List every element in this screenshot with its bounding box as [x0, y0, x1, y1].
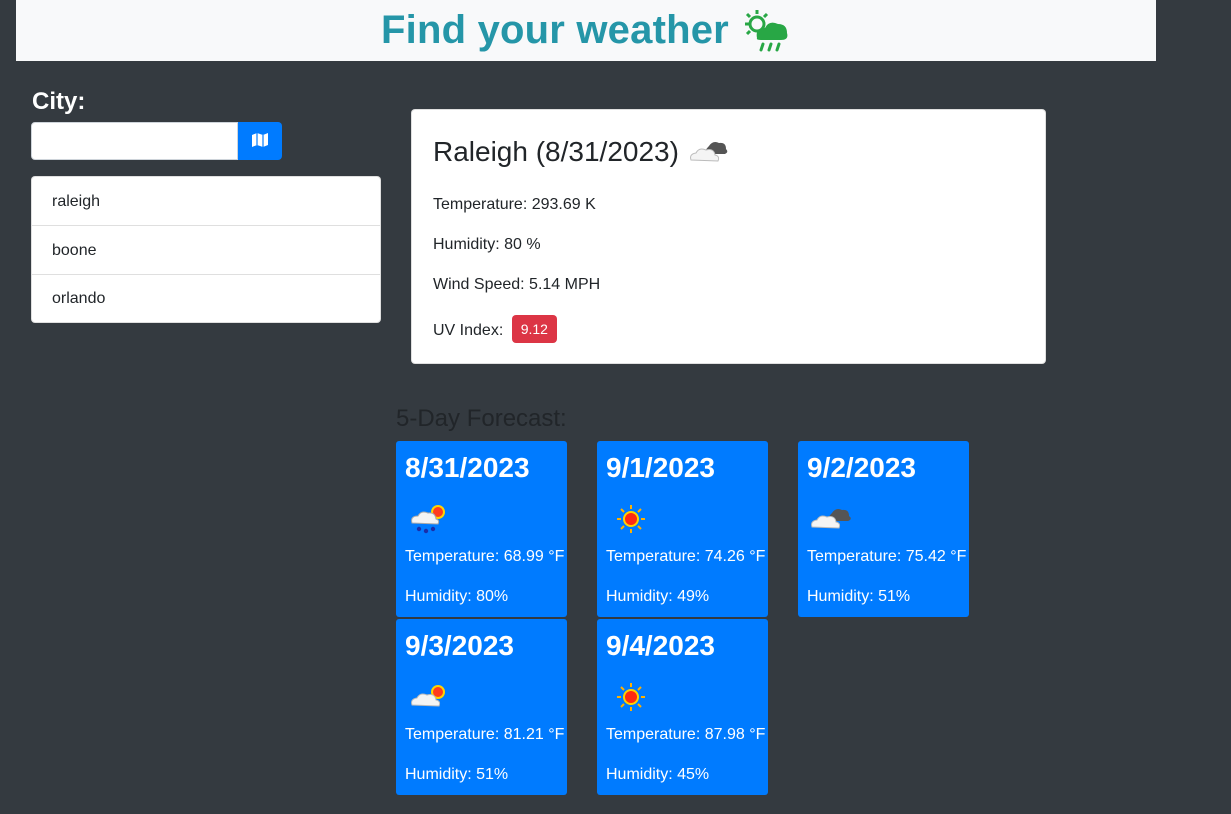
- cloud-icon: [810, 501, 854, 535]
- uv-index-label: UV Index:: [433, 322, 504, 339]
- current-weather-card: Raleigh (8/31/2023) Temperature: 293.69 …: [411, 109, 1046, 364]
- forecast-heading: 5-Day Forecast:: [396, 405, 567, 432]
- forecast-temperature: Temperature: 68.99 °F: [405, 548, 565, 565]
- uv-index-badge: 9.12: [511, 315, 557, 343]
- forecast-temperature: Temperature: 81.21 °F: [405, 726, 565, 743]
- forecast-card: 9/1/2023 Temperature: 74.26 °F Humidity:…: [597, 441, 768, 617]
- search-history-list: raleigh boone orlando: [31, 176, 381, 323]
- current-city-date: Raleigh (8/31/2023): [433, 136, 679, 167]
- forecast-date: 8/31/2023: [405, 452, 530, 483]
- map-icon: [251, 132, 269, 151]
- forecast-temperature: Temperature: 87.98 °F: [606, 726, 766, 743]
- rain-sun-icon: [408, 501, 452, 535]
- forecast-humidity: Humidity: 45%: [606, 766, 710, 783]
- forecast-temperature: Temperature: 74.26 °F: [606, 548, 766, 565]
- app-header: Find your weather: [16, 0, 1156, 61]
- forecast-card: 8/31/2023 Temperature: 68.99 °F Humidity…: [396, 441, 567, 617]
- sun-cloud-rain-icon: [741, 8, 791, 54]
- city-label: City:: [32, 88, 86, 115]
- forecast-date: 9/3/2023: [405, 630, 514, 661]
- cloud-icon: [687, 138, 729, 166]
- history-item-raleigh[interactable]: raleigh: [32, 177, 380, 226]
- current-wind-speed: Wind Speed: 5.14 MPH: [433, 276, 601, 293]
- current-humidity: Humidity: 80 %: [433, 236, 541, 253]
- current-temperature: Temperature: 293.69 K: [433, 196, 596, 213]
- forecast-humidity: Humidity: 49%: [606, 588, 710, 605]
- forecast-humidity: Humidity: 51%: [807, 588, 911, 605]
- current-weather-title: Raleigh (8/31/2023): [433, 136, 729, 168]
- history-item-orlando[interactable]: orlando: [32, 275, 380, 322]
- sun-icon: [609, 501, 653, 535]
- forecast-date: 9/4/2023: [606, 630, 715, 661]
- city-search-input[interactable]: [31, 122, 238, 160]
- forecast-date: 9/2/2023: [807, 452, 916, 483]
- search-button[interactable]: [238, 122, 282, 160]
- forecast-card: 9/3/2023 Temperature: 81.21 °F Humidity:…: [396, 619, 567, 795]
- forecast-humidity: Humidity: 80%: [405, 588, 509, 605]
- page-title: Find your weather: [381, 8, 729, 52]
- forecast-temperature: Temperature: 75.42 °F: [807, 548, 967, 565]
- sun-icon: [609, 679, 653, 713]
- forecast-humidity: Humidity: 51%: [405, 766, 509, 783]
- forecast-card: 9/2/2023 Temperature: 75.42 °F Humidity:…: [798, 441, 969, 617]
- forecast-card: 9/4/2023 Temperature: 87.98 °F Humidity:…: [597, 619, 768, 795]
- forecast-date: 9/1/2023: [606, 452, 715, 483]
- history-item-boone[interactable]: boone: [32, 226, 380, 275]
- cloud-sun-icon: [408, 679, 452, 713]
- current-uv-row: UV Index: 9.12: [433, 315, 557, 344]
